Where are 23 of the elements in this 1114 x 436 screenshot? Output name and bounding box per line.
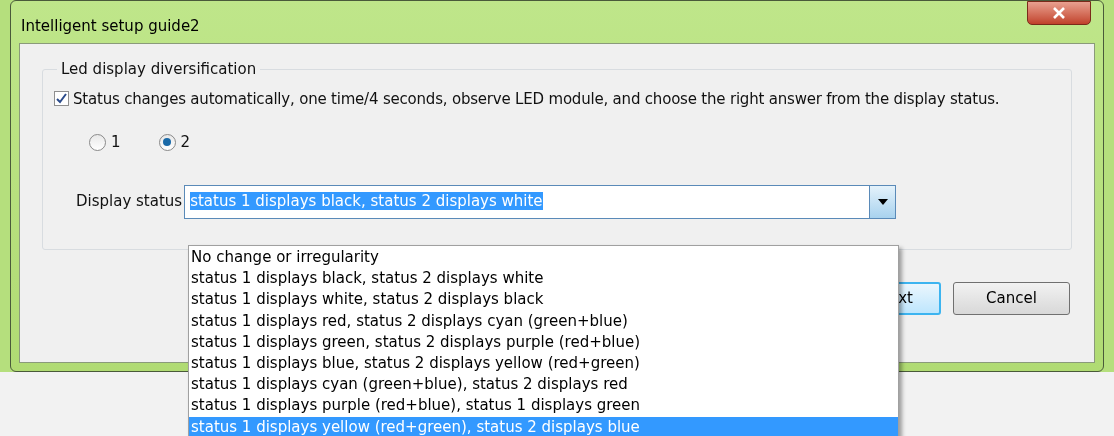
dropdown-option[interactable]: status 1 displays white, status 2 displays black: [189, 289, 898, 311]
field-label: Display status: [76, 191, 183, 213]
dropdown-option[interactable]: status 1 displays green, status 2 displays purple (red+blue): [189, 331, 898, 353]
group-title: Led display diversification: [60, 59, 258, 80]
radio-label: 1: [111, 132, 121, 153]
dropdown-option[interactable]: status 1 displays red, status 2 displays cyan (green+blue): [189, 310, 898, 332]
close-icon: [1052, 7, 1066, 19]
dropdown-option[interactable]: status 1 displays black, status 2 displays white: [189, 268, 898, 290]
checkbox[interactable]: [54, 91, 69, 107]
window-title: Intelligent setup guide2: [20, 15, 200, 37]
dropdown-option[interactable]: No change or irregularity: [189, 247, 898, 269]
radio-button[interactable]: [89, 133, 106, 151]
dropdown-option[interactable]: status 1 displays blue, status 2 displays yellow (red+green): [189, 352, 898, 375]
caret-icon: [877, 198, 888, 205]
radio-button[interactable]: [158, 133, 176, 151]
dropdown-option[interactable]: status 1 displays cyan (green+blue), status 2 displays red: [189, 374, 898, 396]
close-button[interactable]: [1027, 1, 1091, 25]
radio-label: 2: [180, 132, 191, 153]
dropdown-value: status 1 displays black, status 2 displays white: [190, 191, 544, 213]
dropdown-option[interactable]: status 1 displays purple (red+blue), status 1 displays green: [189, 395, 898, 417]
dropdown-arrow-button[interactable]: [869, 185, 896, 218]
checkbox-label: Status changes automatically, one time/4 seconds, observe LED module, and choose the right answer from the display status.: [73, 88, 1000, 110]
cancel-button[interactable]: Cancel: [953, 282, 1070, 315]
